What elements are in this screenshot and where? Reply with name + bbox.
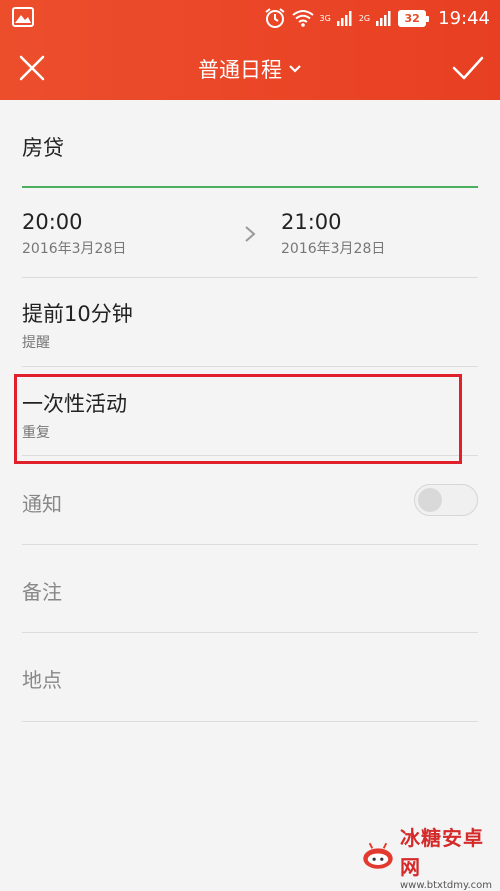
title-underline — [22, 186, 478, 188]
divider — [22, 721, 478, 722]
event-title-input[interactable] — [22, 132, 442, 162]
divider — [22, 632, 478, 633]
toolbar-title: 普通日程 — [198, 58, 282, 82]
note-label: 备注 — [22, 580, 62, 604]
alarm-icon — [264, 8, 285, 28]
note-row[interactable]: 备注 — [22, 576, 478, 605]
location-row[interactable]: 地点 — [22, 664, 478, 693]
location-label: 地点 — [22, 668, 62, 692]
divider — [22, 277, 478, 278]
chevron-right-icon — [245, 226, 256, 242]
reminder-value: 提前10分钟 — [22, 302, 133, 326]
network-3g-label: 3G — [319, 13, 331, 23]
status-bar: 3G 2G 32 19:44 — [0, 0, 500, 36]
signal-icon — [376, 11, 391, 26]
end-date-value: 2016年3月28日 — [281, 241, 386, 257]
notify-label: 通知 — [22, 492, 62, 516]
start-time-value: 20:00 — [22, 210, 83, 234]
toolbar: 普通日程 — [0, 36, 500, 100]
highlight-box — [14, 374, 462, 464]
signal-icon — [336, 11, 352, 26]
battery-level: 32 — [404, 11, 420, 25]
end-time-value: 21:00 — [281, 210, 342, 234]
battery-icon: 32 — [398, 9, 430, 27]
divider — [22, 366, 478, 367]
event-type-dropdown[interactable]: 普通日程 — [0, 54, 500, 84]
check-icon[interactable] — [450, 50, 486, 86]
chevron-right-icon — [240, 124, 260, 144]
toggle-knob — [418, 488, 442, 512]
notify-row: 通知 — [22, 488, 478, 517]
status-time: 19:44 — [438, 7, 490, 29]
watermark-logo-icon — [363, 842, 393, 869]
watermark: 冰糖安卓网 www.btxtdmy.com — [362, 826, 492, 891]
watermark-title: 冰糖安卓网 — [399, 825, 484, 879]
chevron-down-icon — [289, 65, 301, 73]
start-time[interactable]: 20:00 2016年3月28日 — [22, 210, 126, 258]
image-notification-icon — [12, 7, 34, 27]
notify-toggle[interactable] — [414, 484, 478, 516]
divider — [22, 544, 478, 545]
reminder-label: 提醒 — [22, 335, 50, 351]
end-time[interactable]: 21:00 2016年3月28日 — [281, 210, 385, 258]
network-2g-label: 2G — [358, 13, 371, 23]
reminder-row[interactable]: 提前10分钟 提醒 — [22, 298, 478, 352]
app-header: 3G 2G 32 19:44 普通日程 — [0, 0, 500, 100]
start-date-value: 2016年3月28日 — [22, 241, 127, 257]
wifi-icon — [291, 10, 314, 27]
